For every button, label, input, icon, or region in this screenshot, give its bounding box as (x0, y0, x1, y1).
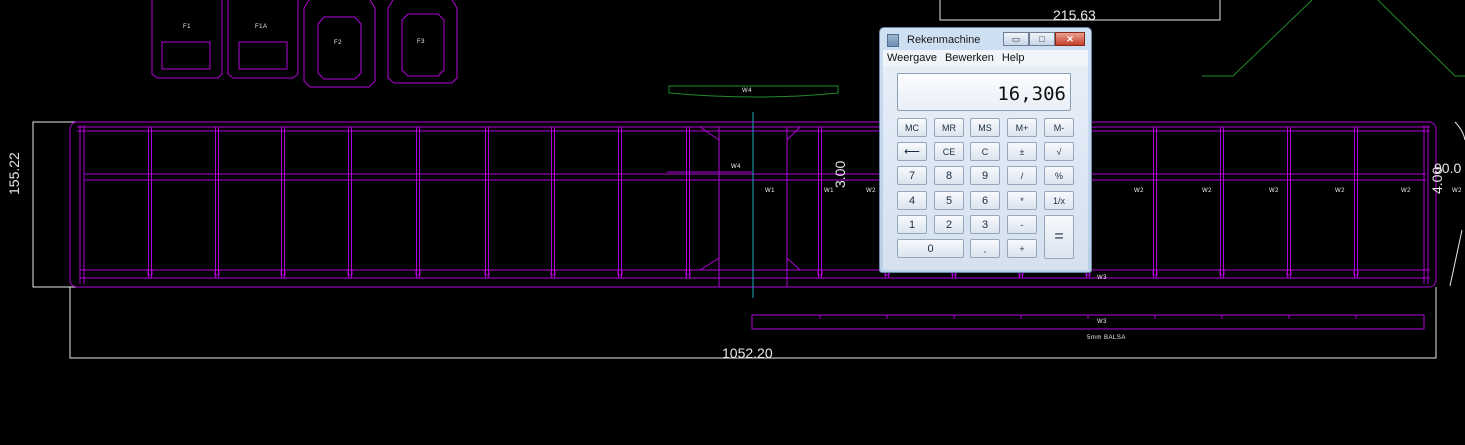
key-2[interactable]: 2 (934, 215, 964, 234)
calculator-body: 16,306 MC MR MS M+ M- ⟵ CE C ± √ 7 8 9 /… (883, 66, 1088, 270)
maximize-button[interactable]: □ (1029, 32, 1055, 46)
menu-bewerken[interactable]: Bewerken (941, 50, 994, 66)
minimize-button[interactable]: ▭ (1003, 32, 1029, 46)
calculator-menu-bar: Weergave Bewerken Help (883, 50, 1088, 66)
w4-top-label: W4 (742, 88, 752, 94)
close-button[interactable]: ✕ (1055, 32, 1085, 46)
w3-label-a: W3 (1097, 275, 1107, 281)
former-f3-label: F3 (417, 39, 426, 45)
key-9[interactable]: 9 (970, 166, 1000, 185)
key-reciprocal[interactable]: 1/x (1044, 191, 1074, 210)
right-edge-arc (1449, 121, 1465, 287)
top-right-outline (1202, 0, 1465, 77)
key-mc[interactable]: MC (897, 118, 927, 137)
key-ce[interactable]: CE (934, 142, 964, 161)
center-section (699, 126, 801, 287)
w2-label-5: W2 (1401, 188, 1411, 194)
key-divide[interactable]: / (1007, 166, 1037, 185)
former-f2-label: F2 (334, 40, 343, 46)
wing-root (79, 125, 1429, 284)
key-decimal[interactable]: , (970, 239, 1000, 258)
w4-mid-label: W4 (731, 164, 741, 170)
close-icon: ✕ (1066, 33, 1074, 44)
key-1[interactable]: 1 (897, 215, 927, 234)
key-mplus[interactable]: M+ (1007, 118, 1037, 137)
key-4[interactable]: 4 (897, 191, 927, 210)
calculator-title-bar[interactable]: Rekenmachine ▭ □ ✕ (880, 28, 1091, 50)
w2-label-0: W2 (866, 188, 876, 194)
dim-right-value-b: 90.0 (1434, 160, 1462, 176)
w1-label-a: W1 (765, 188, 775, 194)
dim-center-value: 3.00 (832, 160, 848, 188)
maximize-icon: □ (1039, 34, 1045, 44)
former-f1-label: F1 (183, 24, 192, 30)
key-ms[interactable]: MS (970, 118, 1000, 137)
dim-top-value: 215.63 (1053, 7, 1096, 23)
key-mr[interactable]: MR (934, 118, 964, 137)
w3-strip-marks (819, 315, 1357, 319)
dim-left-bracket (32, 121, 123, 288)
key-5[interactable]: 5 (934, 191, 964, 210)
calculator-window[interactable]: Rekenmachine ▭ □ ✕ Weergave Bewerken Hel… (879, 27, 1092, 273)
key-sqrt[interactable]: √ (1044, 142, 1074, 161)
key-6[interactable]: 6 (970, 191, 1000, 210)
key-c[interactable]: C (970, 142, 1000, 161)
w4-top-part (668, 85, 839, 98)
w2-label-3: W2 (1269, 188, 1279, 194)
key-multiply[interactable]: * (1007, 191, 1037, 210)
key-percent[interactable]: % (1044, 166, 1074, 185)
w2-label-2: W2 (1202, 188, 1212, 194)
w2-label-1: W2 (1134, 188, 1144, 194)
w3-label-b: W3 (1097, 319, 1107, 325)
calculator-app-icon (887, 34, 899, 47)
w1-label-b: W1 (824, 188, 834, 194)
former-f1a-label: F1A (255, 24, 268, 30)
key-backspace[interactable]: ⟵ (897, 142, 927, 161)
key-0[interactable]: 0 (897, 239, 964, 258)
calculator-title: Rekenmachine (907, 34, 981, 46)
minimize-icon: ▭ (1011, 33, 1021, 44)
key-equals[interactable]: = (1044, 215, 1074, 259)
key-plus-minus[interactable]: ± (1007, 142, 1037, 161)
key-3[interactable]: 3 (970, 215, 1000, 234)
window-controls: ▭ □ ✕ (1003, 32, 1085, 47)
dim-bottom-value: 1052.20 (722, 345, 773, 361)
dim-left-value: 155.22 (6, 152, 22, 195)
w2-label-6: W2 (1452, 188, 1462, 194)
display-value: 16,306 (997, 83, 1066, 105)
menu-help[interactable]: Help (998, 50, 1025, 66)
menu-weergave[interactable]: Weergave (883, 50, 937, 66)
key-plus[interactable]: + (1007, 239, 1037, 258)
formers (151, 0, 458, 88)
balsa-label: 5mm BALSA (1087, 335, 1126, 341)
calculator-display: 16,306 (897, 73, 1071, 111)
key-minus[interactable]: - (1007, 215, 1037, 234)
cad-drawing-canvas[interactable] (0, 0, 1465, 445)
key-mminus[interactable]: M- (1044, 118, 1074, 137)
key-8[interactable]: 8 (934, 166, 964, 185)
w2-label-4: W2 (1335, 188, 1345, 194)
key-7[interactable]: 7 (897, 166, 927, 185)
